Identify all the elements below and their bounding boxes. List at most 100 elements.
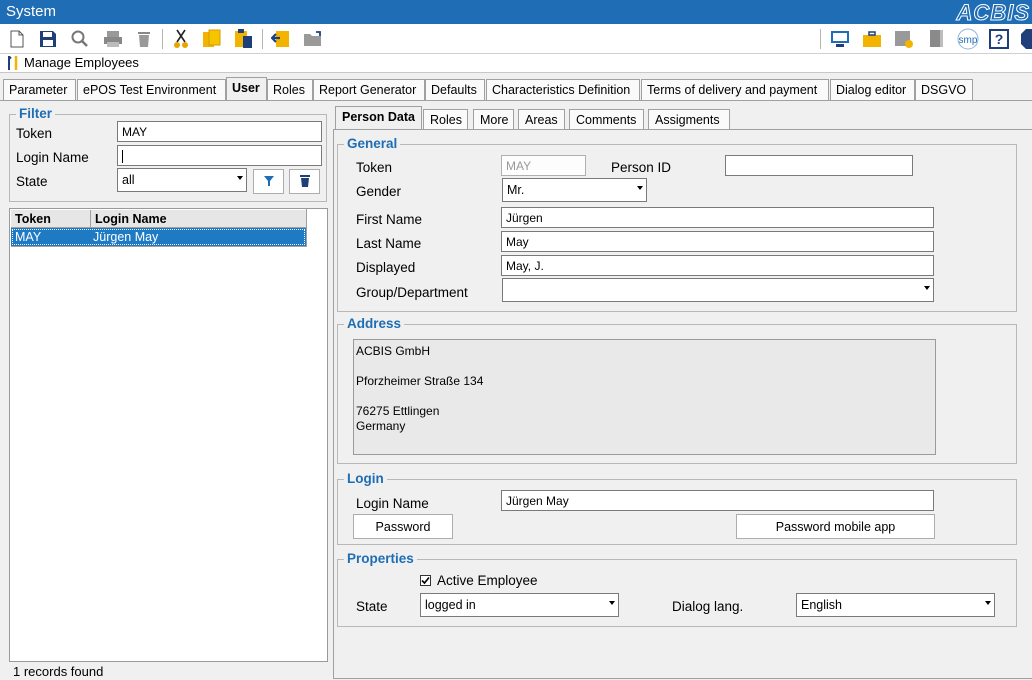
settings-folder-icon[interactable] (893, 28, 915, 50)
text-cursor (122, 150, 123, 164)
tab-user[interactable]: User (226, 77, 267, 101)
password-button[interactable]: Password (353, 514, 453, 539)
person-id-label: Person ID (611, 160, 672, 175)
state-value: logged in (425, 598, 476, 612)
save-icon[interactable] (37, 28, 59, 50)
monitor-icon[interactable] (829, 28, 851, 50)
new-document-icon[interactable] (6, 28, 28, 50)
column-header-token[interactable]: Token (15, 212, 51, 226)
column-divider (90, 210, 91, 228)
trash-icon (299, 175, 310, 187)
records-found-status: 1 records found (13, 664, 104, 679)
smp-icon[interactable]: smp (955, 28, 981, 50)
filter-state-select[interactable]: all (117, 168, 247, 192)
gender-select[interactable]: Mr. (502, 178, 647, 202)
token-label: Token (356, 160, 393, 175)
filter-state-value: all (122, 173, 135, 187)
column-header-login-name[interactable]: Login Name (95, 212, 167, 226)
dialog-lang-value: English (801, 598, 842, 612)
tab-defaults[interactable]: Defaults (425, 79, 485, 101)
first-name-field[interactable]: Jürgen (501, 207, 934, 228)
help-icon-label: ? (995, 31, 1004, 47)
dialog-lang-label: Dialog lang. (672, 599, 744, 614)
help-icon[interactable]: ? (988, 28, 1010, 50)
print-icon[interactable] (102, 28, 124, 50)
toolbar-separator (162, 29, 163, 49)
open-folder-icon[interactable] (302, 28, 324, 50)
filter-login-input[interactable] (117, 145, 322, 166)
search-icon[interactable] (69, 28, 91, 50)
tab-roles[interactable]: Roles (267, 79, 313, 101)
properties-legend: Properties (344, 551, 417, 566)
token-field: MAY (501, 155, 586, 176)
tab-terms-of-delivery[interactable]: Terms of delivery and payment (641, 79, 829, 101)
gender-value: Mr. (507, 183, 525, 197)
gender-label: Gender (356, 184, 402, 199)
cut-icon[interactable] (170, 28, 192, 50)
filter-token-input[interactable]: MAY (117, 121, 322, 142)
main-tab-bar: Parameter ePOS Test Environment User Rol… (0, 77, 1032, 101)
import-icon[interactable] (270, 28, 292, 50)
tab-assigments[interactable]: Assigments (648, 109, 730, 130)
chevron-down-icon (985, 601, 991, 605)
module-bar: Manage Employees (0, 54, 1032, 73)
address-line: ACBIS GmbH (356, 344, 431, 358)
dialog-lang-select[interactable]: English (796, 593, 995, 617)
filter-legend: Filter (16, 106, 56, 121)
chevron-down-icon (924, 286, 930, 290)
results-header: Token Login Name (11, 210, 306, 228)
copy-icon[interactable] (201, 28, 223, 50)
displayed-field[interactable]: May, J. (501, 255, 934, 276)
apply-filter-button[interactable] (253, 169, 284, 194)
first-name-label: First Name (356, 212, 423, 227)
login-name-field[interactable]: Jürgen May (501, 490, 934, 511)
group-department-label: Group/Department (356, 285, 468, 300)
tools-icon (6, 55, 20, 74)
tab-dialog-editor[interactable]: Dialog editor (830, 79, 915, 101)
address-line (356, 359, 933, 374)
checkmark-icon (421, 576, 430, 585)
paste-icon[interactable] (233, 28, 255, 50)
briefcase-icon[interactable] (861, 28, 883, 50)
person-id-field[interactable] (725, 155, 913, 176)
address-textarea[interactable]: ACBIS GmbH Pforzheimer Straße 134 76275 … (353, 339, 936, 455)
acbis-logo: ACBIS (956, 0, 1030, 26)
row-login-name: Jürgen May (93, 230, 159, 244)
table-row[interactable]: MAY Jürgen May (11, 228, 306, 246)
toolbar-separator (820, 29, 821, 49)
tab-characteristics-definition[interactable]: Characteristics Definition (486, 79, 640, 101)
tab-areas[interactable]: Areas (518, 109, 565, 130)
toolbar: smp ? (0, 24, 1032, 54)
general-legend: General (344, 136, 401, 151)
active-employee-checkbox[interactable] (420, 575, 431, 586)
filter-icon (263, 176, 274, 186)
smp-icon-label: smp (959, 35, 978, 46)
info-icon[interactable] (1020, 28, 1032, 50)
clear-filter-button[interactable] (289, 169, 320, 194)
filter-state-label: State (16, 174, 48, 189)
tab-epos-test-environment[interactable]: ePOS Test Environment (77, 79, 226, 101)
tab-dsgvo[interactable]: DSGVO (915, 79, 973, 101)
delete-icon[interactable] (133, 28, 155, 50)
bookmark-icon[interactable] (925, 28, 947, 50)
group-department-select[interactable] (502, 278, 934, 302)
tab-parameter[interactable]: Parameter (3, 79, 76, 101)
password-mobile-app-button[interactable]: Password mobile app (736, 514, 935, 539)
results-list[interactable]: Token Login Name MAY Jürgen May (9, 208, 328, 662)
tab-comments[interactable]: Comments (569, 109, 644, 130)
state-label: State (356, 599, 388, 614)
address-legend: Address (344, 316, 405, 331)
tab-report-generator[interactable]: Report Generator (313, 79, 425, 101)
address-line (356, 389, 933, 404)
tab-more[interactable]: More (473, 109, 514, 130)
login-name-label: Login Name (356, 496, 429, 511)
displayed-label: Displayed (356, 260, 416, 275)
filter-login-label: Login Name (16, 150, 89, 165)
state-select[interactable]: logged in (420, 593, 619, 617)
tab-person-roles[interactable]: Roles (423, 109, 468, 130)
chevron-down-icon (609, 601, 615, 605)
last-name-field[interactable]: May (501, 231, 934, 252)
window-title: System (6, 3, 57, 20)
tab-person-data[interactable]: Person Data (335, 106, 422, 130)
module-title: Manage Employees (24, 55, 139, 70)
